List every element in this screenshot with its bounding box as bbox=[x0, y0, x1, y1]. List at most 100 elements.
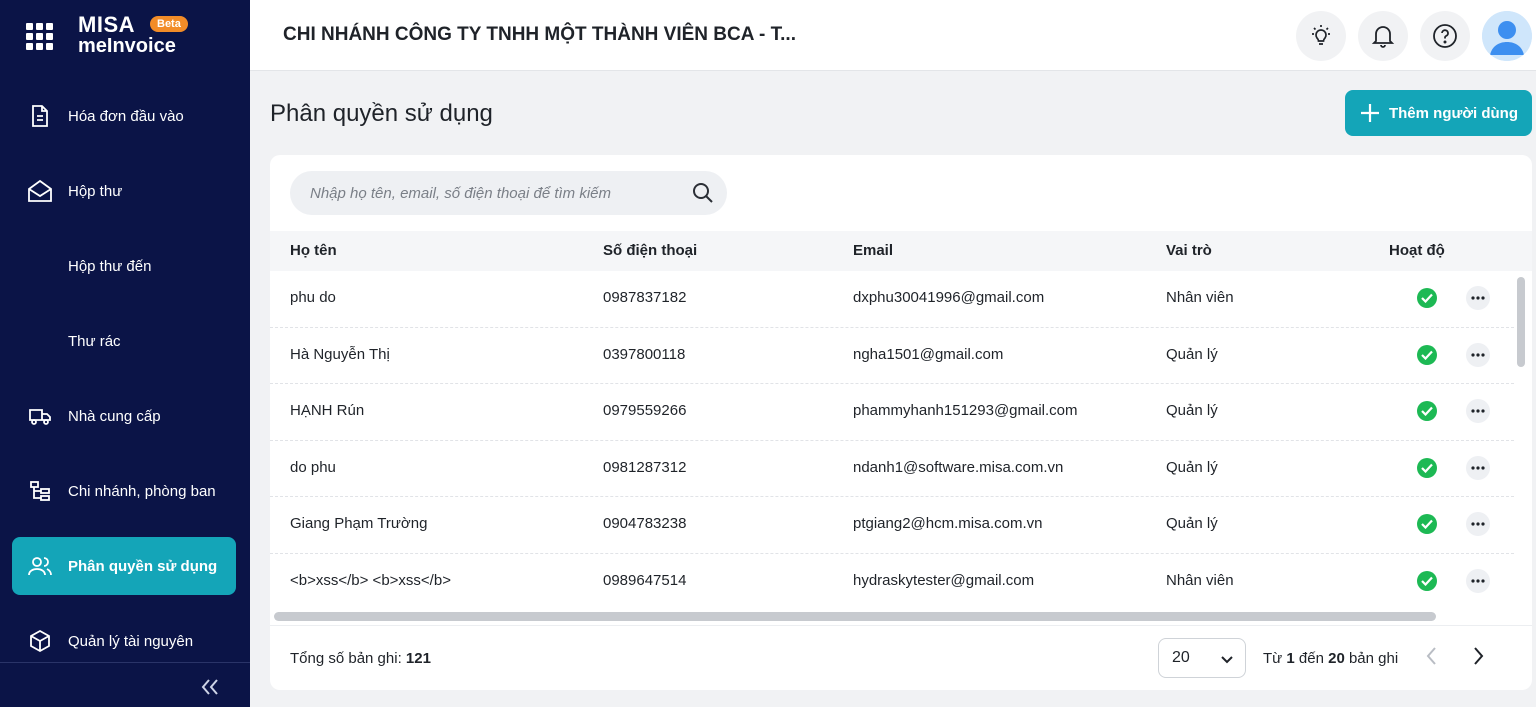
search-icon[interactable] bbox=[692, 182, 714, 209]
mail-icon bbox=[12, 179, 68, 203]
add-user-label: Thêm người dùng bbox=[1388, 104, 1518, 122]
add-user-button[interactable]: Thêm người dùng bbox=[1345, 90, 1532, 136]
sidebar-item-input-invoices[interactable]: Hóa đơn đầu vào bbox=[12, 87, 236, 145]
table-header: Họ tên Số điện thoại Email Vai trò Hoạt … bbox=[270, 231, 1532, 271]
sidebar-item-spam[interactable]: Thư rác bbox=[12, 312, 236, 370]
vertical-scrollbar[interactable] bbox=[1517, 277, 1525, 367]
column-header-email[interactable]: Email bbox=[853, 242, 893, 259]
total-records: Tổng số bản ghi: 121 bbox=[290, 650, 431, 667]
cell-role: Nhân viên bbox=[1166, 571, 1234, 589]
box-icon bbox=[12, 629, 68, 653]
search-box bbox=[290, 171, 727, 215]
users-card: Họ tên Số điện thoại Email Vai trò Hoạt … bbox=[270, 155, 1532, 690]
cell-phone: 0904783238 bbox=[603, 515, 687, 532]
cell-name: Giang Phạm Trường bbox=[290, 515, 428, 532]
cell-email: ptgiang2@hcm.misa.com.vn bbox=[853, 515, 1043, 532]
horizontal-scrollbar[interactable] bbox=[274, 612, 1436, 621]
table-row[interactable]: <b>xss</b> <b>xss</b> 0989647514 hydrask… bbox=[270, 554, 1514, 611]
table-row[interactable]: Giang Phạm Trường 0904783238 ptgiang2@hc… bbox=[270, 497, 1514, 554]
active-check-icon bbox=[1417, 514, 1437, 534]
more-options-icon[interactable] bbox=[1466, 568, 1490, 593]
column-header-status[interactable]: Hoạt độ bbox=[1389, 242, 1445, 259]
cell-name: Hà Nguyễn Thị bbox=[290, 345, 390, 363]
apps-grid-icon[interactable] bbox=[26, 23, 53, 50]
active-check-icon bbox=[1417, 344, 1437, 365]
active-check-icon bbox=[1417, 570, 1437, 591]
cell-role: Nhân viên bbox=[1166, 289, 1234, 306]
logo[interactable]: MISA Beta meInvoice bbox=[78, 13, 198, 57]
cell-phone: 0397800118 bbox=[603, 345, 686, 363]
cell-email: ndanh1@software.misa.com.vn bbox=[853, 458, 1064, 476]
sidebar-item-permissions[interactable]: Phân quyền sử dụng bbox=[12, 537, 236, 595]
logo-meinvoice: meInvoice bbox=[78, 35, 176, 57]
range-suffix: bản ghi bbox=[1348, 650, 1399, 667]
plus-icon bbox=[1360, 104, 1379, 122]
more-options-icon[interactable] bbox=[1466, 399, 1490, 423]
chevron-down-icon bbox=[1221, 656, 1233, 664]
table-body: phu do 0987837182 dxphu30041996@gmail.co… bbox=[270, 271, 1514, 609]
sidebar: MISA Beta meInvoice Hóa đơn đầu vào Hộp … bbox=[0, 0, 250, 707]
sidebar-item-label: Thư rác bbox=[68, 332, 121, 350]
sidebar-divider bbox=[0, 662, 250, 663]
sidebar-item-label: Quản lý tài nguyên bbox=[68, 632, 194, 650]
more-options-icon[interactable] bbox=[1466, 512, 1490, 536]
cell-phone: 0979559266 bbox=[603, 402, 687, 419]
cell-name: <b>xss</b> <b>xss</b> bbox=[290, 571, 451, 589]
page-range: Từ 1 đến 20 bản ghi bbox=[1263, 650, 1398, 667]
sidebar-item-label: Hộp thư bbox=[68, 182, 123, 200]
cell-email: ngha1501@gmail.com bbox=[853, 345, 1004, 363]
chevron-left-icon[interactable] bbox=[1420, 644, 1444, 673]
collapse-sidebar-icon[interactable] bbox=[196, 674, 224, 700]
more-options-icon[interactable] bbox=[1466, 286, 1490, 310]
logo-misa: MISA bbox=[78, 12, 135, 37]
range-to-label: đến bbox=[1298, 650, 1324, 667]
sidebar-item-branches[interactable]: Chi nhánh, phòng ban bbox=[12, 462, 236, 520]
table-row[interactable]: do phu 0981287312 ndanh1@software.misa.c… bbox=[270, 441, 1514, 497]
sidebar-item-suppliers[interactable]: Nhà cung cấp bbox=[12, 387, 236, 445]
help-icon[interactable] bbox=[1420, 11, 1470, 61]
more-options-icon[interactable] bbox=[1466, 455, 1490, 480]
cell-name: phu do bbox=[290, 289, 336, 306]
delivery-truck-icon bbox=[12, 405, 68, 427]
column-header-phone[interactable]: Số điện thoại bbox=[603, 242, 697, 259]
active-check-icon bbox=[1417, 401, 1437, 421]
sidebar-item-inbox[interactable]: Hộp thư đến bbox=[12, 237, 236, 295]
range-to: 20 bbox=[1328, 650, 1345, 667]
active-check-icon bbox=[1417, 457, 1437, 478]
active-check-icon bbox=[1417, 288, 1437, 308]
page-size-select[interactable]: 20 bbox=[1158, 638, 1246, 678]
table-row[interactable]: HẠNH Rún 0979559266 phammyhanh151293@gma… bbox=[270, 384, 1514, 441]
cell-email: hydraskytester@gmail.com bbox=[853, 571, 1035, 589]
cell-role: Quản lý bbox=[1166, 402, 1218, 419]
sidebar-item-label: Hóa đơn đầu vào bbox=[68, 107, 184, 125]
cell-role: Quản lý bbox=[1166, 458, 1218, 476]
page-title: Phân quyền sử dụng bbox=[270, 100, 493, 127]
sidebar-item-label: Phân quyền sử dụng bbox=[68, 557, 218, 575]
avatar[interactable] bbox=[1482, 11, 1532, 61]
column-header-role[interactable]: Vai trò bbox=[1166, 242, 1212, 259]
invoice-icon bbox=[12, 104, 68, 128]
column-header-name[interactable]: Họ tên bbox=[290, 242, 337, 259]
lightbulb-icon[interactable] bbox=[1296, 11, 1346, 61]
cell-name: do phu bbox=[290, 458, 336, 476]
users-icon bbox=[12, 554, 68, 578]
table-footer: Tổng số bản ghi: 121 20 Từ 1 đến 20 bản … bbox=[270, 625, 1532, 690]
company-name[interactable]: CHI NHÁNH CÔNG TY TNHH MỘT THÀNH VIÊN BC… bbox=[283, 24, 796, 46]
sidebar-item-label: Nhà cung cấp bbox=[68, 407, 161, 425]
cell-phone: 0987837182 bbox=[603, 289, 687, 306]
chevron-right-icon[interactable] bbox=[1466, 644, 1490, 673]
more-options-icon[interactable] bbox=[1466, 342, 1490, 367]
range-from-label: Từ bbox=[1263, 650, 1283, 667]
table-row[interactable]: phu do 0987837182 dxphu30041996@gmail.co… bbox=[270, 271, 1514, 328]
table-row[interactable]: Hà Nguyễn Thị 0397800118 ngha1501@gmail.… bbox=[270, 328, 1514, 384]
cell-phone: 0981287312 bbox=[603, 458, 687, 476]
bell-icon[interactable] bbox=[1358, 11, 1408, 61]
search-input[interactable] bbox=[310, 171, 680, 215]
cell-name: HẠNH Rún bbox=[290, 402, 365, 419]
beta-badge: Beta bbox=[150, 16, 188, 32]
sidebar-item-label: Hộp thư đến bbox=[68, 257, 152, 275]
sidebar-item-mailbox[interactable]: Hộp thư bbox=[12, 162, 236, 220]
top-header: CHI NHÁNH CÔNG TY TNHH MỘT THÀNH VIÊN BC… bbox=[250, 0, 1536, 71]
cell-email: phammyhanh151293@gmail.com bbox=[853, 402, 1078, 419]
total-value: 121 bbox=[405, 650, 431, 667]
